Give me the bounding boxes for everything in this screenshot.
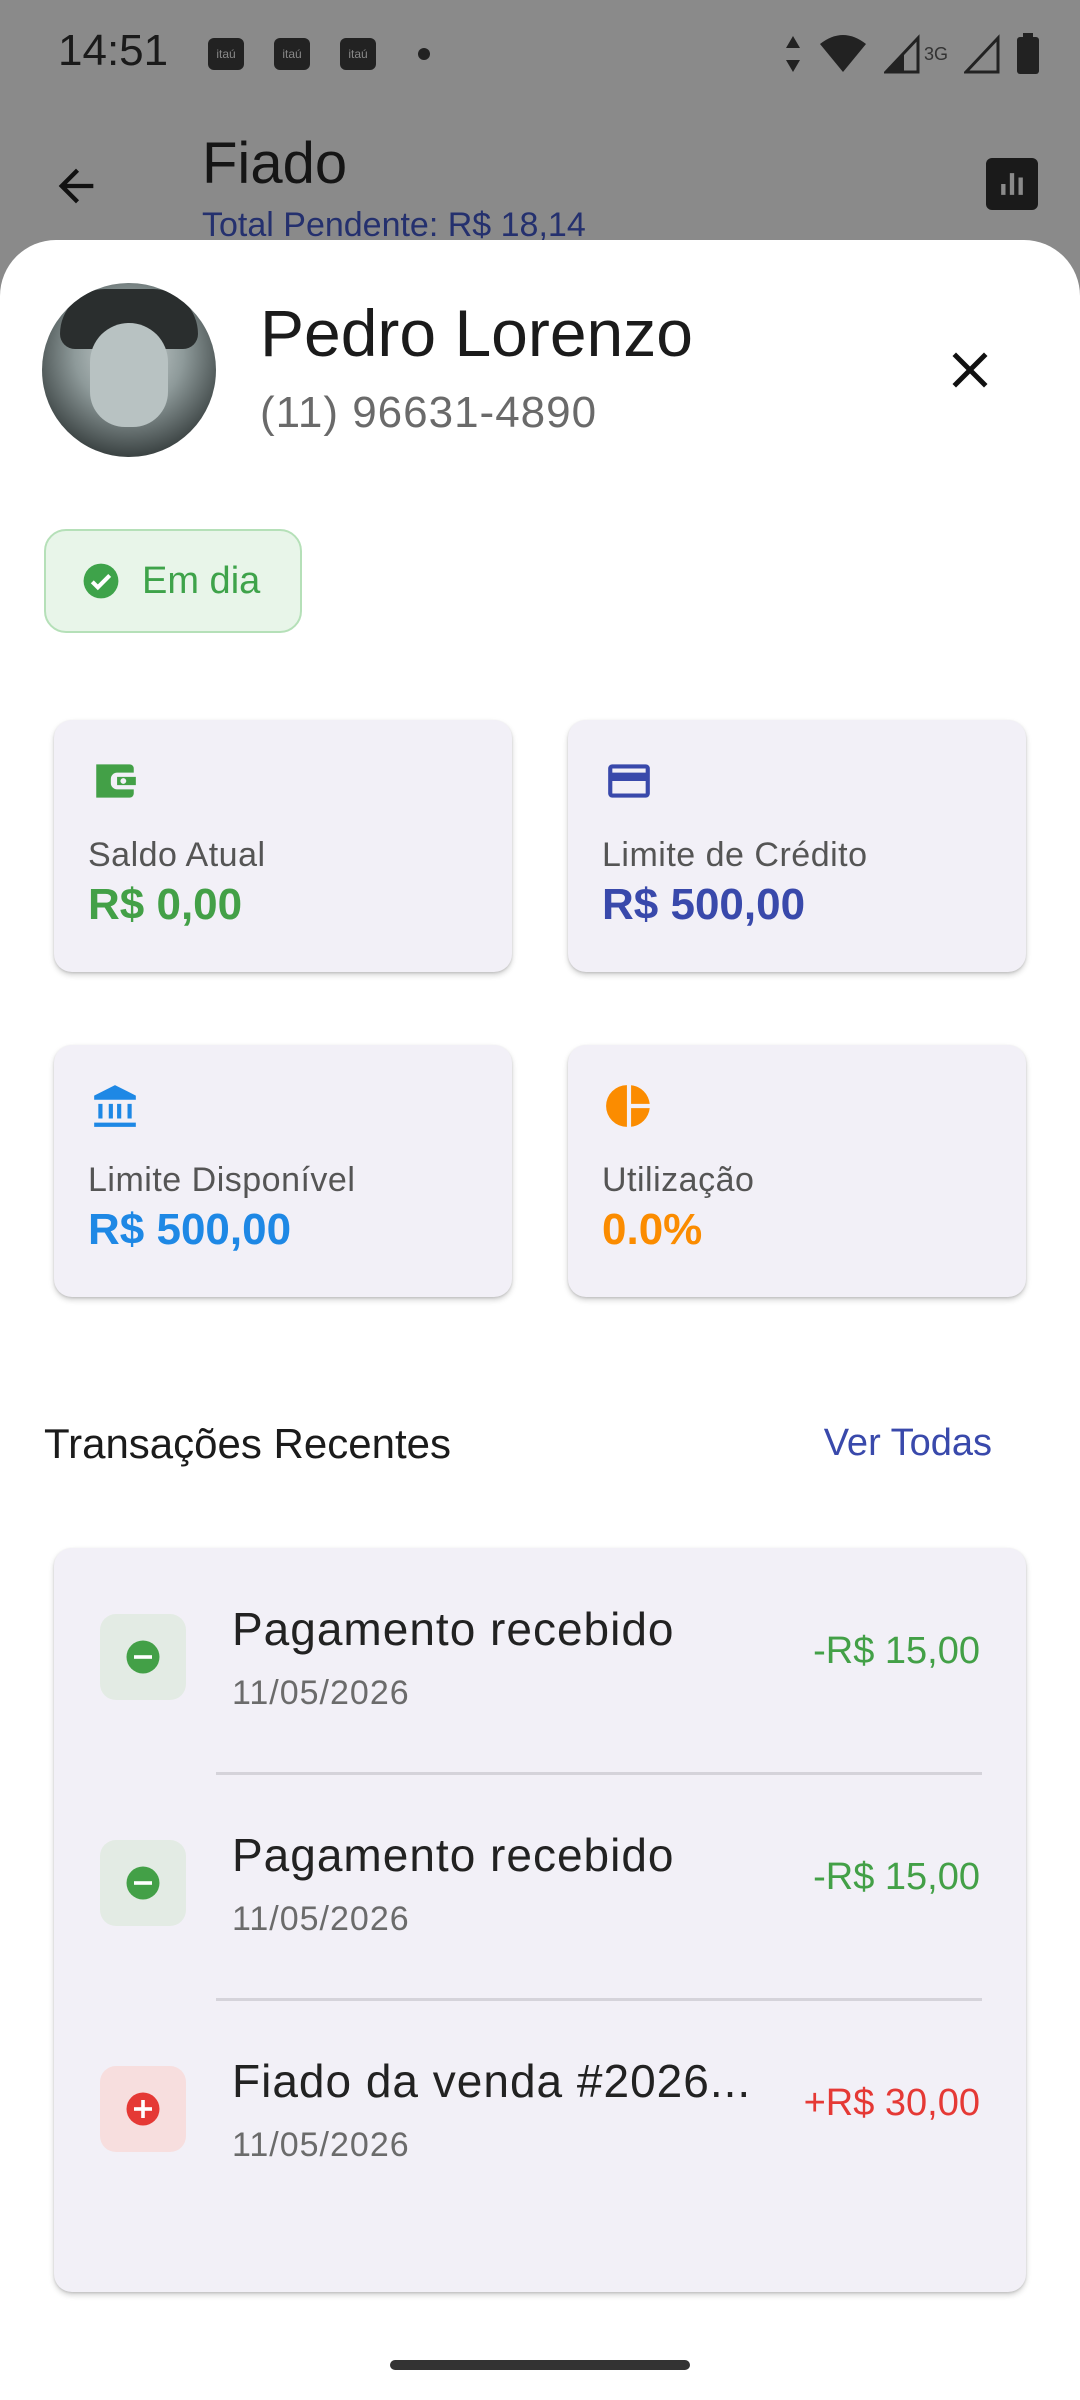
transaction-date: 11/05/2026	[232, 1674, 410, 1712]
transaction-amount: +R$ 30,00	[803, 2082, 980, 2124]
transaction-date: 11/05/2026	[232, 2126, 410, 2164]
divider	[216, 1998, 982, 2001]
battery-icon	[1017, 33, 1039, 74]
plus-circle-icon	[126, 2092, 160, 2126]
signal-icon	[883, 34, 920, 74]
customer-detail-sheet: Pedro Lorenzo (11) 96631-4890 Em dia Sal…	[0, 240, 1080, 2400]
data-arrows-icon	[785, 36, 800, 72]
status-bar: 14:51 itaú itaú itaú 3G	[0, 0, 1080, 110]
signal-icon	[964, 34, 1000, 74]
credit-limit-value: R$ 500,00	[602, 880, 806, 929]
credit-limit-label: Limite de Crédito	[602, 836, 868, 874]
page-title: Fiado	[202, 131, 348, 196]
credit-limit-card: Limite de Crédito R$ 500,00	[568, 720, 1026, 972]
balance-label: Saldo Atual	[88, 836, 266, 874]
available-limit-card: Limite Disponível R$ 500,00	[54, 1045, 512, 1297]
transaction-row[interactable]: Pagamento recebido 11/05/2026 -R$ 15,00	[54, 1796, 1026, 1996]
back-arrow-icon[interactable]	[50, 160, 102, 212]
status-badge: Em dia	[44, 529, 302, 633]
utilization-value: 0.0%	[602, 1205, 703, 1254]
available-limit-label: Limite Disponível	[88, 1161, 356, 1199]
utilization-card: Utilização 0.0%	[568, 1045, 1026, 1297]
wallet-icon	[96, 764, 136, 798]
utilization-label: Utilização	[602, 1161, 755, 1199]
transactions-list: Pagamento recebido 11/05/2026 -R$ 15,00 …	[54, 1548, 1026, 2292]
transaction-amount: -R$ 15,00	[813, 1856, 980, 1898]
bank-icon	[94, 1085, 136, 1127]
credit-card-icon	[608, 764, 650, 798]
transaction-date: 11/05/2026	[232, 1900, 410, 1938]
status-label: Em dia	[142, 559, 261, 602]
transaction-amount: -R$ 15,00	[813, 1630, 980, 1672]
bank-notification-icon: itaú	[208, 38, 244, 70]
check-circle-icon	[83, 563, 119, 599]
transaction-icon-box	[100, 1840, 186, 1926]
more-notifications-dot	[418, 48, 430, 60]
transaction-title: Fiado da venda #2026...	[232, 2055, 752, 2107]
home-indicator[interactable]	[390, 2360, 690, 2370]
transaction-row[interactable]: Pagamento recebido 11/05/2026 -R$ 15,00	[54, 1570, 1026, 1770]
bank-notification-icon: itaú	[274, 38, 310, 70]
transaction-icon-box	[100, 2066, 186, 2152]
transaction-row[interactable]: Fiado da venda #2026... 11/05/2026 +R$ 3…	[54, 2022, 1026, 2222]
minus-circle-icon	[126, 1866, 160, 1900]
app-bar: Fiado Total Pendente: R$ 18,14	[0, 110, 1080, 250]
see-all-link[interactable]: Ver Todas	[824, 1422, 992, 1465]
minus-circle-icon	[126, 1640, 160, 1674]
balance-value: R$ 0,00	[88, 880, 243, 929]
avatar	[42, 283, 216, 457]
transaction-title: Pagamento recebido	[232, 1603, 675, 1655]
status-icons: 3G	[784, 30, 1040, 78]
recent-transactions-title: Transações Recentes	[44, 1420, 451, 1467]
wifi-icon	[819, 35, 866, 72]
customer-name: Pedro Lorenzo	[260, 296, 693, 370]
status-time: 14:51	[58, 26, 169, 75]
balance-card: Saldo Atual R$ 0,00	[54, 720, 512, 972]
close-icon[interactable]	[940, 340, 1000, 400]
bank-notification-icon: itaú	[340, 38, 376, 70]
network-type-label: 3G	[923, 43, 948, 64]
customer-phone: (11) 96631-4890	[260, 388, 598, 437]
transaction-icon-box	[100, 1614, 186, 1700]
available-limit-value: R$ 500,00	[88, 1205, 292, 1254]
pie-chart-icon	[606, 1085, 650, 1127]
chart-icon[interactable]	[986, 158, 1038, 210]
divider	[216, 1772, 982, 1775]
transaction-title: Pagamento recebido	[232, 1829, 675, 1881]
